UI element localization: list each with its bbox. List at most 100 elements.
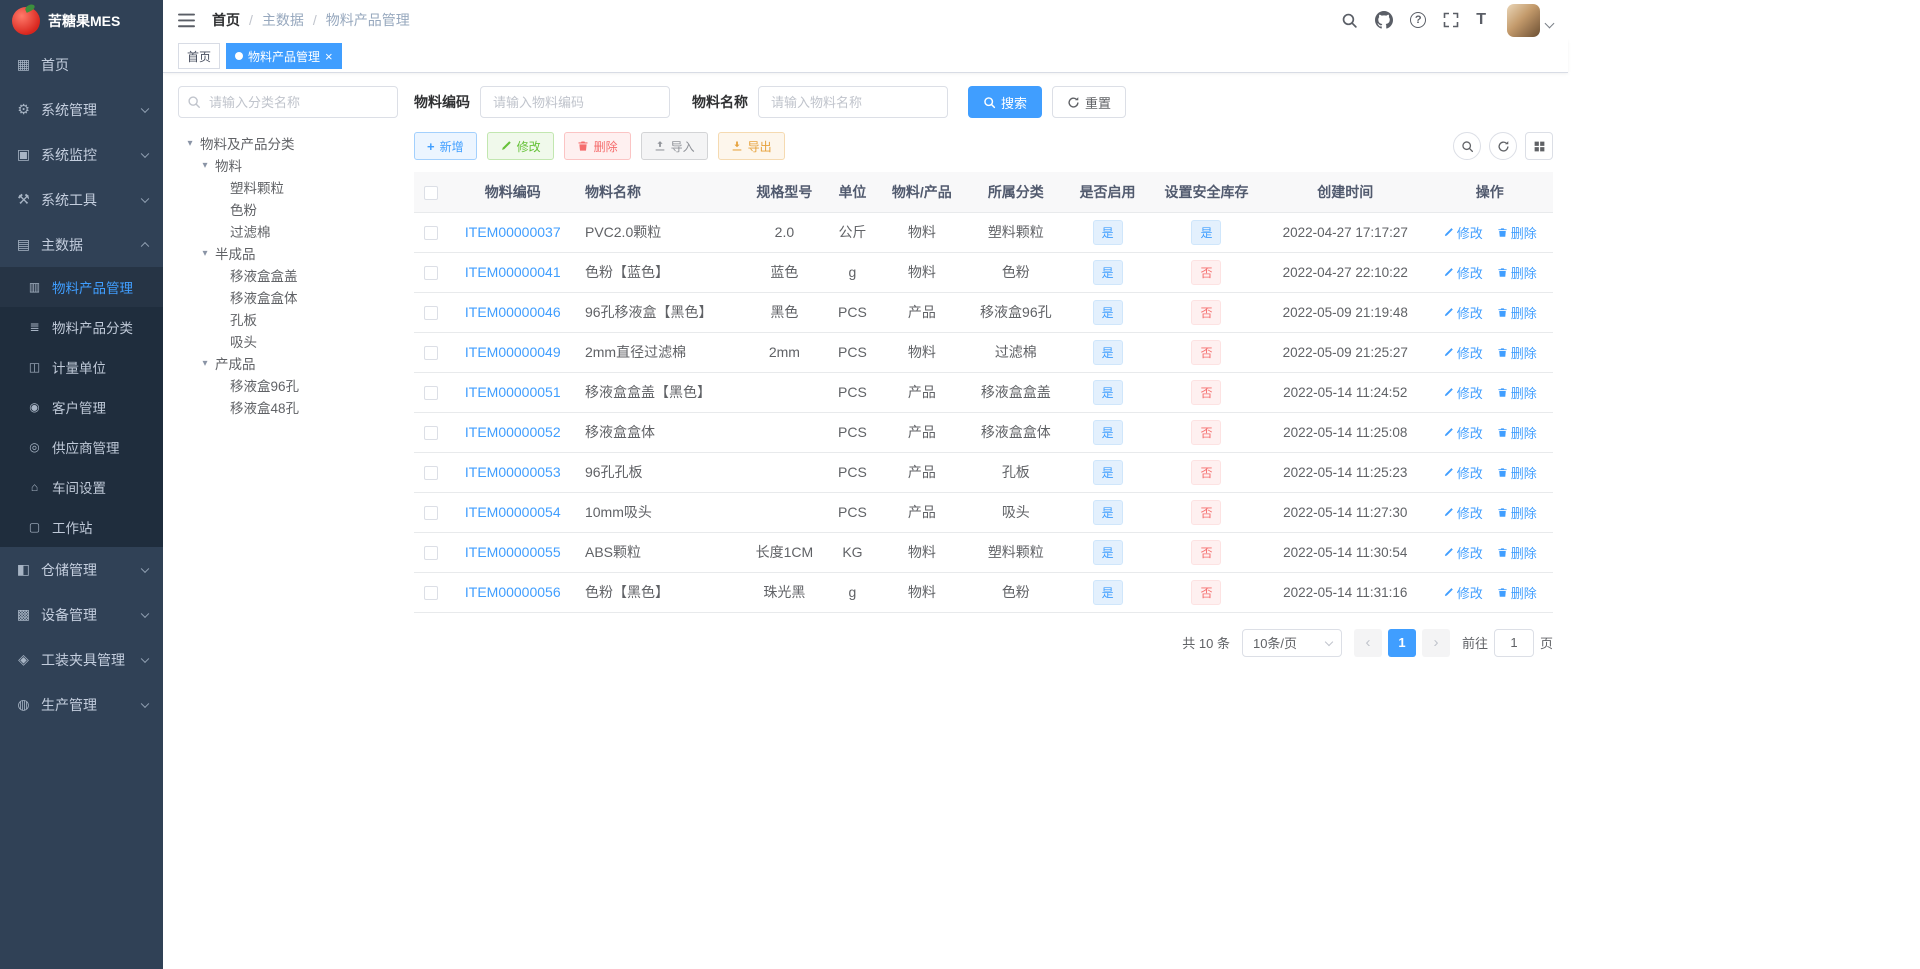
row-edit-link[interactable]: 修改 xyxy=(1443,303,1483,322)
select-all-checkbox[interactable] xyxy=(424,185,439,200)
search-icon[interactable] xyxy=(1341,12,1358,29)
chevron-down-icon xyxy=(140,104,150,113)
sidebar-item-workstation[interactable]: ▢ 工作站 xyxy=(0,507,163,547)
sidebar-item-system-tools[interactable]: ⚒ 系统工具 xyxy=(0,177,163,222)
row-edit-link[interactable]: 修改 xyxy=(1443,543,1483,562)
sidebar-item-supplier-management[interactable]: ◎ 供应商管理 xyxy=(0,427,163,467)
prev-page-button[interactable]: ‹ xyxy=(1353,628,1382,657)
sidebar-item-measurement-unit[interactable]: ◫ 计量单位 xyxy=(0,347,163,387)
material-name-input[interactable] xyxy=(758,86,948,118)
user-avatar[interactable] xyxy=(1507,3,1555,37)
refresh-icon[interactable] xyxy=(1489,132,1517,160)
tree-node-leaf[interactable]: 移液盒48孔 xyxy=(178,396,398,418)
row-edit-link[interactable]: 修改 xyxy=(1443,383,1483,402)
sidebar-item-master-data[interactable]: ▤ 主数据 xyxy=(0,222,163,267)
reset-button[interactable]: 重置 xyxy=(1052,86,1127,118)
material-code-input[interactable] xyxy=(480,86,670,118)
tree-node-leaf[interactable]: 移液盒盒盖 xyxy=(178,264,398,286)
row-checkbox[interactable] xyxy=(424,266,439,281)
row-edit-link[interactable]: 修改 xyxy=(1443,583,1483,602)
tree-node-leaf[interactable]: 移液盒盒体 xyxy=(178,286,398,308)
hamburger-icon[interactable] xyxy=(178,13,195,28)
filter-bar: 物料编码 物料名称 搜索 重置 xyxy=(414,86,1553,118)
sidebar-item-fixture-management[interactable]: ◈ 工装夹具管理 xyxy=(0,637,163,682)
tree-node-leaf[interactable]: 吸头 xyxy=(178,330,398,352)
row-edit-link[interactable]: 修改 xyxy=(1443,463,1483,482)
row-checkbox[interactable] xyxy=(424,586,439,601)
row-delete-link[interactable]: 删除 xyxy=(1497,223,1537,242)
search-button[interactable]: 搜索 xyxy=(968,86,1043,118)
breadcrumb-home[interactable]: 首页 xyxy=(212,10,240,30)
row-checkbox[interactable] xyxy=(424,426,439,441)
table-row: ITEM00000056 色粉【黑色】 珠光黑 g 物料 色粉 是 否 2022… xyxy=(414,572,1553,613)
row-delete-link[interactable]: 删除 xyxy=(1497,383,1537,402)
tree-node-leaf[interactable]: 色粉 xyxy=(178,198,398,220)
row-edit-link[interactable]: 修改 xyxy=(1443,503,1483,522)
row-delete-link[interactable]: 删除 xyxy=(1497,503,1537,522)
breadcrumb-master-data[interactable]: 主数据 xyxy=(262,10,304,30)
tree-node-material[interactable]: ▾ 物料 xyxy=(178,154,398,176)
sidebar-item-material-product-management[interactable]: ▥ 物料产品管理 xyxy=(0,267,163,307)
close-icon[interactable]: × xyxy=(325,50,333,63)
fullscreen-icon[interactable] xyxy=(1443,12,1459,28)
row-edit-link[interactable]: 修改 xyxy=(1443,343,1483,362)
sidebar-item-system-management[interactable]: ⚙ 系统管理 xyxy=(0,87,163,132)
sidebar-item-material-product-category[interactable]: ≣ 物料产品分类 xyxy=(0,307,163,347)
page-size-select[interactable]: 10条/页 xyxy=(1241,628,1342,657)
row-delete-link[interactable]: 删除 xyxy=(1497,303,1537,322)
tree-node-leaf[interactable]: 过滤棉 xyxy=(178,220,398,242)
tab-home[interactable]: 首页 xyxy=(178,43,221,69)
import-button[interactable]: 导入 xyxy=(640,132,708,160)
add-button[interactable]: + 新增 xyxy=(414,132,477,160)
sidebar-item-equipment-management[interactable]: ▩ 设备管理 xyxy=(0,592,163,637)
sidebar-item-system-monitor[interactable]: ▣ 系统监控 xyxy=(0,132,163,177)
category-search-input[interactable] xyxy=(178,86,398,118)
row-checkbox[interactable] xyxy=(424,306,439,321)
page-number-button[interactable]: 1 xyxy=(1387,628,1416,657)
row-edit-link[interactable]: 修改 xyxy=(1443,423,1483,442)
github-icon[interactable] xyxy=(1375,11,1394,29)
row-checkbox[interactable] xyxy=(424,546,439,561)
enabled-badge: 是 xyxy=(1092,379,1123,405)
sidebar-item-production-management[interactable]: ◍ 生产管理 xyxy=(0,682,163,727)
row-checkbox[interactable] xyxy=(424,226,439,241)
row-checkbox[interactable] xyxy=(424,506,439,521)
goto-page-input[interactable] xyxy=(1493,628,1534,657)
sidebar-item-workshop-settings[interactable]: ⌂ 车间设置 xyxy=(0,467,163,507)
sidebar-item-warehouse-management[interactable]: ◧ 仓储管理 xyxy=(0,547,163,592)
row-delete-link[interactable]: 删除 xyxy=(1497,343,1537,362)
tab-material-product-management[interactable]: 物料产品管理 × xyxy=(226,43,342,69)
sidebar-item-home[interactable]: ▦ 首页 xyxy=(0,42,163,87)
row-delete-link[interactable]: 删除 xyxy=(1497,543,1537,562)
enabled-badge: 是 xyxy=(1092,419,1123,445)
row-checkbox[interactable] xyxy=(424,346,439,361)
delete-button[interactable]: 删除 xyxy=(563,132,631,160)
row-delete-link[interactable]: 删除 xyxy=(1497,423,1537,442)
sidebar-item-customer-management[interactable]: ◉ 客户管理 xyxy=(0,387,163,427)
row-edit-link[interactable]: 修改 xyxy=(1443,223,1483,242)
tree-node-root[interactable]: ▾ 物料及产品分类 xyxy=(178,132,398,154)
tree-node-semi-finished[interactable]: ▾ 半成品 xyxy=(178,242,398,264)
logo[interactable]: 苦糖果MES xyxy=(0,0,163,42)
material-code-cell: ITEM00000049 xyxy=(448,332,577,373)
chevron-down-icon xyxy=(140,699,150,708)
edit-button[interactable]: 修改 xyxy=(486,132,554,160)
row-edit-link[interactable]: 修改 xyxy=(1443,263,1483,282)
production-icon: ◍ xyxy=(17,696,30,712)
tree-node-leaf[interactable]: 塑料颗粒 xyxy=(178,176,398,198)
tree-node-finished[interactable]: ▾ 产成品 xyxy=(178,352,398,374)
unit-cell: PCS xyxy=(826,292,879,333)
tree-node-leaf[interactable]: 孔板 xyxy=(178,308,398,330)
help-icon[interactable]: ? xyxy=(1410,12,1427,28)
row-checkbox[interactable] xyxy=(424,386,439,401)
tree-node-leaf[interactable]: 移液盒96孔 xyxy=(178,374,398,396)
row-delete-link[interactable]: 删除 xyxy=(1497,263,1537,282)
row-delete-link[interactable]: 删除 xyxy=(1497,463,1537,482)
export-button[interactable]: 导出 xyxy=(717,132,785,160)
row-delete-link[interactable]: 删除 xyxy=(1497,583,1537,602)
column-settings-icon[interactable] xyxy=(1525,132,1553,160)
row-checkbox[interactable] xyxy=(424,466,439,481)
font-size-icon[interactable]: T xyxy=(1476,11,1486,29)
toggle-search-icon[interactable] xyxy=(1453,132,1481,160)
next-page-button[interactable]: › xyxy=(1421,628,1450,657)
